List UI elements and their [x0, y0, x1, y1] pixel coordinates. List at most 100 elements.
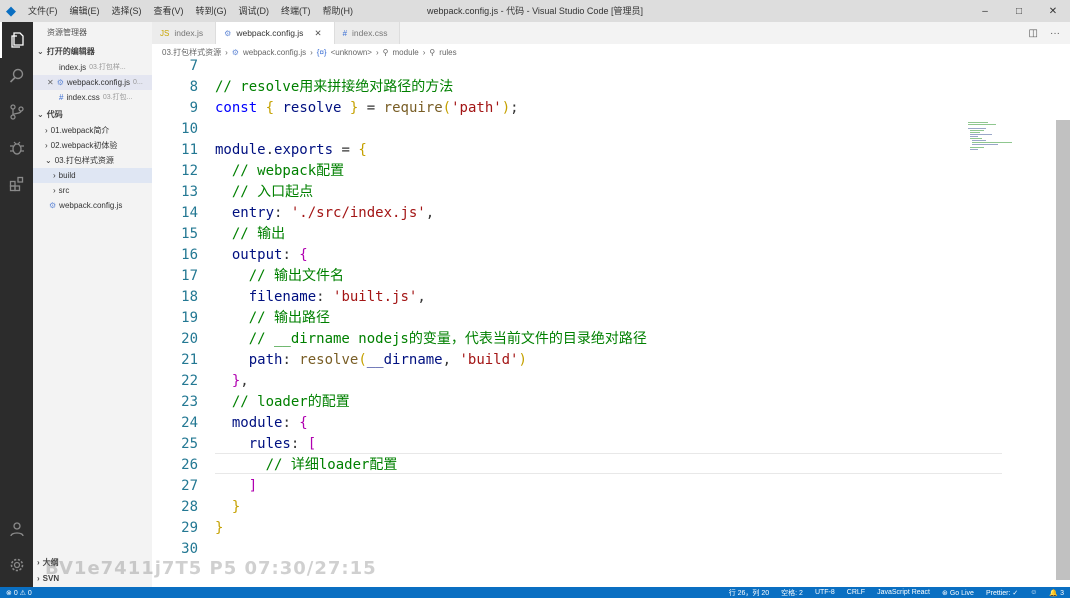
status-bar: ⊗ 0 ⚠ 0 行 26，列 20 空格: 2 UTF-8 CRLF JavaS…: [0, 587, 1070, 598]
open-editor-webpack-config[interactable]: ✕ ⚙ webpack.config.js 0...: [33, 75, 152, 90]
code-line[interactable]: 30: [152, 539, 1002, 560]
tree-item-src[interactable]: › src: [33, 183, 152, 198]
menu-edit[interactable]: 编辑(E): [64, 0, 106, 22]
tree-item-folder[interactable]: › 02.webpack初体验: [33, 138, 152, 153]
code-line[interactable]: 23 // loader的配置: [152, 392, 1002, 413]
extensions-icon[interactable]: [0, 166, 33, 202]
menu-file[interactable]: 文件(F): [22, 0, 64, 22]
line-number: 27: [181, 478, 198, 494]
encoding[interactable]: UTF-8: [815, 589, 835, 596]
video-watermark: BV1e7411j7T5 P5 07:30/27:15: [45, 558, 377, 579]
sidebar-title: 资源管理器: [47, 28, 87, 37]
code-text: // 输出: [231, 226, 286, 242]
code-line[interactable]: 26 // 详细loader配置: [152, 455, 1002, 476]
code-text: ]: [248, 478, 258, 494]
cursor-position[interactable]: 行 26，列 20: [729, 588, 769, 598]
code-line[interactable]: 27 ]: [152, 476, 1002, 497]
menu-go[interactable]: 转到(G): [190, 0, 233, 22]
code-text: // resolve用来拼接绝对路径的方法: [215, 79, 454, 95]
indentation[interactable]: 空格: 2: [781, 588, 803, 598]
errors-status[interactable]: ⊗ 0 ⚠ 0: [6, 589, 32, 597]
tree-item-build[interactable]: › build: [33, 168, 152, 183]
tree-item-label: build: [58, 171, 76, 180]
menu-debug[interactable]: 调试(D): [233, 0, 276, 22]
close-editor-icon[interactable]: ✕: [47, 75, 54, 90]
code-line[interactable]: 8 // resolve用来拼接绝对路径的方法: [152, 77, 1002, 98]
more-actions-icon[interactable]: ···: [1050, 28, 1060, 39]
code-line[interactable]: 21 path: resolve(__dirname, 'build'): [152, 350, 1002, 371]
menu-terminal[interactable]: 终端(T): [275, 0, 317, 22]
close-tab-icon[interactable]: ✕: [314, 28, 321, 39]
code-line[interactable]: 7: [152, 56, 1002, 77]
code-line[interactable]: 13 // 入口起点: [152, 182, 1002, 203]
prettier-status[interactable]: Prettier: ✓: [986, 589, 1018, 597]
code-line[interactable]: 9 const { resolve } = require('path');: [152, 98, 1002, 119]
tree-item-folder[interactable]: › 01.webpack简介: [33, 123, 152, 138]
minimap[interactable]: [966, 120, 1018, 152]
code-line[interactable]: 25 rules: [: [152, 434, 1002, 455]
code-line[interactable]: 24 module: {: [152, 413, 1002, 434]
line-number: 17: [181, 268, 198, 284]
code-text: output: {: [231, 247, 308, 263]
tab-index-css[interactable]: # index.css: [334, 22, 401, 44]
line-number: 28: [181, 499, 198, 515]
code-line[interactable]: 29}: [152, 518, 1002, 539]
tree-item-label: src: [58, 186, 70, 195]
code-line[interactable]: 20 // __dirname nodejs的变量，代表当前文件的目录绝对路径: [152, 329, 1002, 350]
chevron-right-icon: ›: [37, 574, 40, 583]
code-text: path: resolve(__dirname, 'build'): [248, 352, 527, 368]
settings-gear-icon[interactable]: [0, 547, 33, 583]
code-line[interactable]: 10: [152, 119, 1002, 140]
feedback-icon[interactable]: ☺: [1030, 589, 1037, 596]
menu-selection[interactable]: 选择(S): [106, 0, 148, 22]
code-line[interactable]: 16 output: {: [152, 245, 1002, 266]
tree-item-webpack-config[interactable]: ⚙ webpack.config.js: [33, 198, 152, 213]
line-number: 23: [181, 394, 198, 410]
chevron-right-icon: ›: [45, 141, 48, 150]
accounts-icon[interactable]: [0, 511, 33, 547]
chevron-down-icon: ⌄: [37, 47, 44, 56]
open-editor-index-js[interactable]: index.js 03.打包样...: [33, 60, 152, 75]
code-text: entry: './src/index.js',: [231, 205, 435, 221]
code-line[interactable]: 15 // 输出: [152, 224, 1002, 245]
maximize-icon[interactable]: □: [1002, 0, 1036, 22]
folder-header[interactable]: ⌄ 代码: [33, 107, 152, 123]
line-number: 16: [181, 247, 198, 263]
close-icon[interactable]: ✕: [1036, 0, 1070, 22]
tab-webpack-config[interactable]: ⚙ webpack.config.js ✕: [216, 22, 335, 44]
open-editors-header[interactable]: ⌄ 打开的编辑器: [33, 44, 152, 60]
open-editor-index-css[interactable]: # index.css 03.打包...: [33, 90, 152, 105]
explorer-icon[interactable]: [0, 22, 33, 58]
notifications-button[interactable]: 🔔 3: [1049, 589, 1064, 597]
go-live-button[interactable]: ⊛ Go Live: [942, 589, 974, 597]
source-control-icon[interactable]: [0, 94, 33, 130]
code-line[interactable]: 28 }: [152, 497, 1002, 518]
language-mode[interactable]: JavaScript React: [877, 589, 930, 596]
debug-icon[interactable]: [0, 130, 33, 166]
code-line[interactable]: 12 // webpack配置: [152, 161, 1002, 182]
open-editor-name: index.css: [66, 93, 100, 102]
code-text: }: [215, 520, 224, 536]
tree-item-folder-open[interactable]: ⌄ 03.打包样式资源: [33, 153, 152, 168]
gear-file-icon: ⚙: [49, 201, 57, 210]
code-line[interactable]: 17 // 输出文件名: [152, 266, 1002, 287]
tab-index-js[interactable]: JS index.js: [152, 22, 217, 44]
code-line[interactable]: 18 filename: 'built.js',: [152, 287, 1002, 308]
vertical-scrollbar[interactable]: [1056, 120, 1070, 580]
code-line[interactable]: 11 module.exports = {: [152, 140, 1002, 161]
line-number: 10: [181, 121, 198, 137]
code-line[interactable]: 14 entry: './src/index.js',: [152, 203, 1002, 224]
menu-help[interactable]: 帮助(H): [317, 0, 360, 22]
code-line[interactable]: 19 // 输出路径: [152, 308, 1002, 329]
code-line[interactable]: 22 },: [152, 371, 1002, 392]
split-editor-icon[interactable]: ◫: [1029, 28, 1038, 39]
line-ending[interactable]: CRLF: [847, 589, 865, 596]
menu-view[interactable]: 查看(V): [148, 0, 190, 22]
code-text: const { resolve } = require('path');: [215, 100, 519, 116]
vscode-logo-icon: ◆: [6, 3, 16, 18]
search-icon[interactable]: [0, 58, 33, 94]
code-editor[interactable]: 7 8 // resolve用来拼接绝对路径的方法 9 const { resolve …: [152, 58, 1070, 587]
open-editor-path: 03.打包...: [102, 94, 133, 101]
chevron-right-icon: ›: [37, 558, 40, 567]
minimize-icon[interactable]: –: [968, 0, 1002, 22]
